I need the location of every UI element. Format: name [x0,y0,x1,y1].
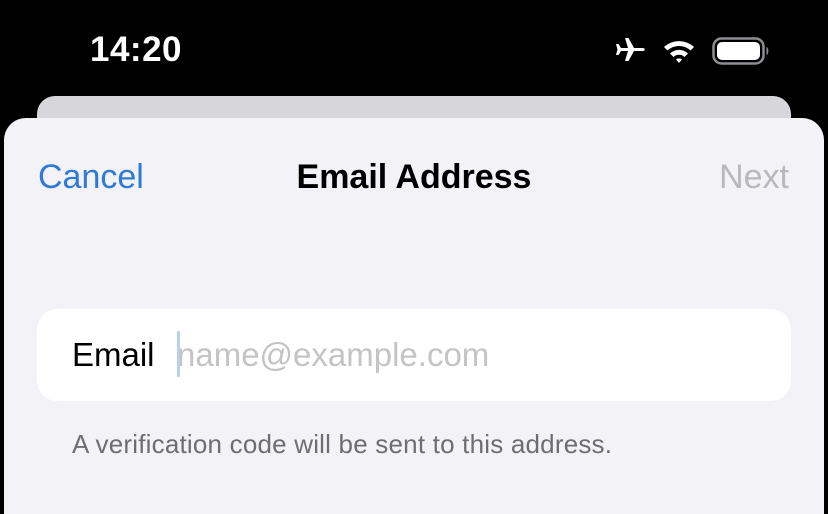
email-label: Email [72,336,155,373]
wifi-icon [662,37,696,65]
battery-icon [712,37,770,65]
email-input[interactable] [177,327,767,383]
navigation-bar: Email Address Cancel Next [4,118,824,238]
text-caret [177,331,180,377]
verification-footnote: A verification code will be sent to this… [72,429,613,459]
email-field-row: Email [37,309,791,401]
airplane-icon [612,36,646,66]
status-icons [612,36,770,66]
status-time: 14:20 [90,30,183,69]
status-bar: 14:20 [0,0,828,100]
cancel-button[interactable]: Cancel [38,158,144,197]
screen: 14:20 Email Address Cancel Next Email na… [0,0,828,514]
next-button[interactable]: Next [719,158,789,197]
email-sheet: Email Address Cancel Next Email A verifi… [4,118,824,514]
